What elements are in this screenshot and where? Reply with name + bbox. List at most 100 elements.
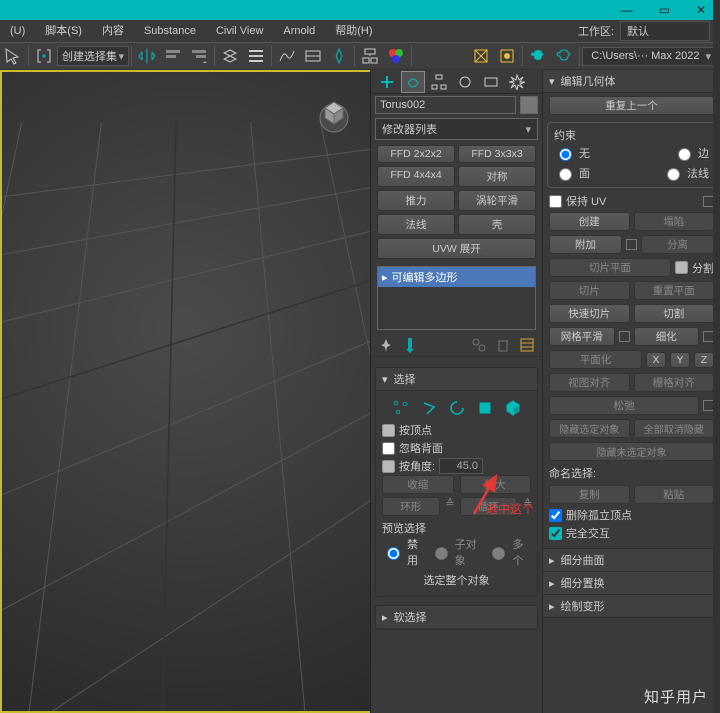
remove-iso-checkbox[interactable]: 删除孤立顶点 (549, 506, 714, 524)
render-frame-icon[interactable] (494, 43, 520, 69)
planar-z-button[interactable]: Z (694, 352, 714, 368)
stack-item-editable-poly[interactable]: 可编辑多边形 (378, 267, 535, 287)
close-button[interactable]: ✕ (696, 3, 706, 17)
collapse-button[interactable]: 塌陷 (634, 212, 715, 231)
copy-button[interactable]: 复制 (549, 485, 630, 504)
planar-y-button[interactable]: Y (670, 352, 690, 368)
viewport[interactable] (0, 70, 370, 713)
modifier-stack[interactable]: 可编辑多边形 (377, 266, 536, 330)
edge-level-icon[interactable] (420, 399, 438, 417)
modifier-button[interactable]: 壳 (458, 214, 536, 235)
make-unique-icon[interactable] (470, 336, 488, 354)
shrink-button[interactable]: 收缩 (382, 475, 454, 494)
by-vertex-checkbox[interactable]: 按顶点 (382, 421, 531, 439)
attach-list-icon[interactable] (626, 239, 637, 250)
relax-button[interactable]: 松弛 (549, 396, 699, 415)
teapot-icon[interactable] (525, 43, 551, 69)
create-tab-icon[interactable] (375, 71, 399, 93)
mirror-icon[interactable] (134, 43, 160, 69)
modifier-button[interactable]: 对称 (458, 166, 536, 187)
ignore-backfacing-checkbox[interactable]: 忽略背面 (382, 439, 531, 457)
layers-icon[interactable] (217, 43, 243, 69)
display-tab-icon[interactable] (479, 71, 503, 93)
vertex-level-icon[interactable] (392, 399, 410, 417)
minimize-button[interactable]: — (621, 3, 633, 17)
material-editor-icon[interactable] (383, 43, 409, 69)
modifier-button[interactable]: 法线 (377, 214, 455, 235)
brackets-icon[interactable] (31, 43, 57, 69)
border-level-icon[interactable] (448, 399, 466, 417)
menu-item[interactable]: 脚本(S) (35, 20, 92, 42)
msmooth-button[interactable]: 网格平滑 (549, 327, 615, 346)
msmooth-settings-icon[interactable] (619, 331, 630, 342)
menu-item[interactable]: Arnold (273, 20, 325, 42)
pin-stack-icon[interactable] (377, 336, 395, 354)
object-name-input[interactable]: Torus002 (375, 96, 516, 114)
create-button[interactable]: 创建 (549, 212, 630, 231)
loop-button[interactable]: 循环 (460, 497, 518, 516)
selection-set-dropdown[interactable]: 创建选择集 (57, 46, 129, 66)
menu-item[interactable]: (U) (0, 20, 35, 42)
select-icon[interactable] (0, 43, 26, 69)
unhide-all-button[interactable]: 全部取消隐藏 (634, 419, 715, 438)
render-setup-icon[interactable] (468, 43, 494, 69)
slice-plane-button[interactable]: 切片平面 (549, 258, 671, 277)
slice-button[interactable]: 切片 (549, 281, 630, 300)
angle-spinner[interactable]: 45.0 (439, 458, 483, 474)
viewcube-icon[interactable] (312, 90, 356, 134)
attach-button[interactable]: 附加 (549, 235, 622, 254)
repeat-last-button[interactable]: 重复上一个 (549, 96, 714, 115)
view-align-button[interactable]: 视图对齐 (549, 373, 630, 392)
reset-plane-button[interactable]: 重置平面 (634, 281, 715, 300)
quickslice-button[interactable]: 快速切片 (549, 304, 630, 323)
modifier-button[interactable]: 涡轮平滑 (458, 190, 536, 211)
menu-item[interactable]: 内容 (92, 20, 134, 42)
preview-disable-radio[interactable]: 禁用 (382, 536, 426, 568)
modifier-button[interactable]: FFD 4x4x4 (377, 166, 455, 187)
polygon-level-icon[interactable] (476, 399, 494, 417)
constrain-face-radio[interactable]: 面 (554, 165, 590, 181)
split-checkbox[interactable] (675, 261, 688, 274)
constrain-edge-radio[interactable]: 边 (673, 145, 709, 161)
camera-nav-icon[interactable] (326, 43, 352, 69)
edit-geometry-header[interactable]: 编辑几何体 (543, 70, 720, 93)
maximize-button[interactable]: ▭ (659, 3, 670, 17)
rollout-header[interactable]: 选择 (376, 368, 537, 391)
hide-selected-button[interactable]: 隐藏选定对象 (549, 419, 630, 438)
layer-list-icon[interactable] (243, 43, 269, 69)
teapot-alt-icon[interactable] (551, 43, 577, 69)
make-planar-button[interactable]: 平面化 (549, 350, 642, 369)
modifier-button[interactable]: UVW 展开 (377, 238, 536, 259)
file-path-dropdown[interactable]: C:\Users\··· Max 2022 (582, 47, 720, 66)
element-level-icon[interactable] (504, 399, 522, 417)
modifier-button[interactable]: FFD 2x2x2 (377, 145, 455, 163)
hide-unselected-button[interactable]: 隐藏未选定对象 (549, 442, 714, 461)
subdivision-displacement-header[interactable]: ▸细分置换 (543, 572, 720, 595)
preview-multi-radio[interactable]: 多个 (487, 536, 531, 568)
configure-sets-icon[interactable] (518, 336, 536, 354)
ring-button[interactable]: 环形 (382, 497, 440, 516)
preview-subobj-radio[interactable]: 子对象 (430, 536, 484, 568)
menu-item[interactable]: Substance (134, 20, 206, 42)
utilities-tab-icon[interactable] (505, 71, 529, 93)
preserve-uv-checkbox[interactable]: 保持 UV (549, 192, 714, 210)
paste-button[interactable]: 粘贴 (634, 485, 715, 504)
remove-modifier-icon[interactable] (494, 336, 512, 354)
cut-button[interactable]: 切割 (634, 304, 715, 323)
by-angle-checkbox[interactable] (382, 460, 395, 473)
menu-item[interactable]: 帮助(H) (325, 20, 382, 42)
scrollbar[interactable] (713, 0, 720, 713)
show-end-result-icon[interactable] (401, 336, 419, 354)
align-dropdown-icon[interactable] (186, 43, 212, 69)
align-icon[interactable] (160, 43, 186, 69)
grid-align-button[interactable]: 栅格对齐 (634, 373, 715, 392)
modifier-button[interactable]: FFD 3x3x3 (458, 145, 536, 163)
hierarchy-tab-icon[interactable] (427, 71, 451, 93)
rollout-header[interactable]: 软选择 (376, 606, 537, 629)
modify-tab-icon[interactable] (401, 71, 425, 93)
menu-item[interactable]: Civil View (206, 20, 273, 42)
motion-tab-icon[interactable] (453, 71, 477, 93)
tessellate-button[interactable]: 细化 (634, 327, 700, 346)
modifier-list-dropdown[interactable]: 修改器列表 (375, 118, 538, 140)
subdivision-surface-header[interactable]: ▸细分曲面 (543, 548, 720, 572)
